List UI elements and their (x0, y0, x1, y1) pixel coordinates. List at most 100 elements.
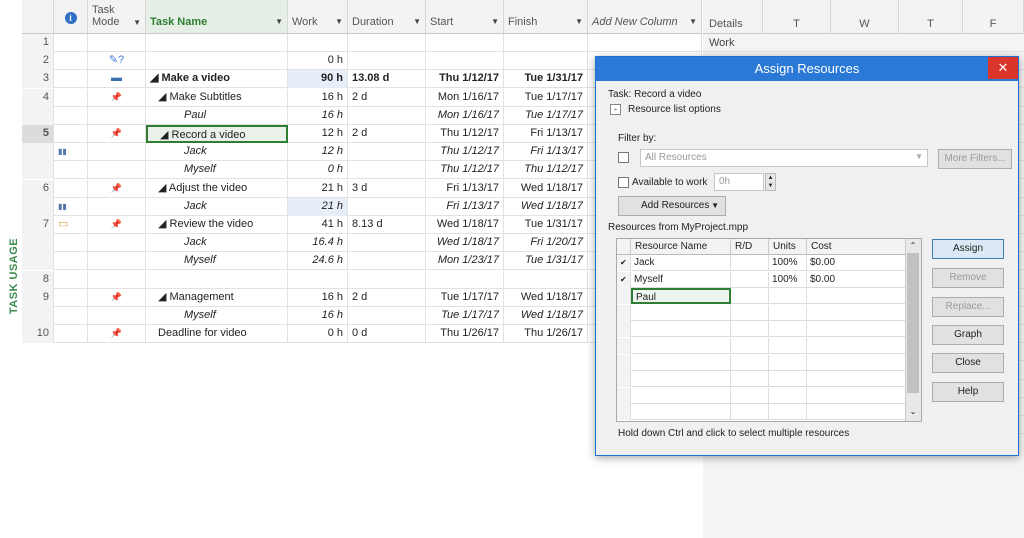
indicator-cell[interactable] (54, 106, 88, 125)
duration-cell[interactable]: 2 d (348, 288, 426, 307)
resource-units-cell[interactable] (769, 371, 807, 388)
resource-check-cell[interactable] (617, 387, 631, 404)
start-cell[interactable]: Fri 1/13/17 (426, 197, 504, 216)
hours-spinner[interactable]: ▲ ▼ (765, 173, 776, 191)
chevron-down-icon[interactable]: ▼ (133, 17, 141, 29)
resource-row[interactable] (617, 304, 907, 321)
add-new-column-header[interactable]: Add New Column ▼ (588, 0, 702, 34)
start-header[interactable]: Start ▼ (426, 0, 504, 34)
task-name-cell[interactable] (146, 34, 288, 52)
indicator-cell[interactable] (54, 270, 88, 289)
indicator-cell[interactable] (54, 52, 88, 71)
resource-row[interactable] (617, 387, 907, 404)
indicator-cell[interactable] (54, 125, 88, 143)
task-name-cell[interactable]: ◢ Record a video (146, 125, 288, 143)
work-cell[interactable]: 0 h (288, 161, 348, 180)
task-mode-cell[interactable]: 📌 (88, 88, 146, 107)
add-new-cell[interactable] (588, 34, 702, 52)
resource-units-cell[interactable] (769, 387, 807, 404)
duration-cell[interactable] (348, 307, 426, 325)
work-cell[interactable]: 0 h (288, 325, 348, 344)
rd-header[interactable]: R/D (731, 239, 769, 255)
task-name-cell[interactable]: Jack (146, 197, 288, 216)
duration-cell[interactable]: 3 d (348, 179, 426, 198)
task-name-cell[interactable]: Myself (146, 161, 288, 180)
resource-units-cell[interactable] (769, 304, 807, 321)
task-name-header[interactable]: Task Name ▼ (146, 0, 288, 34)
work-cell[interactable]: 16 h (288, 288, 348, 307)
task-mode-cell[interactable]: 📌 (88, 288, 146, 307)
duration-cell[interactable] (348, 252, 426, 271)
resource-units-cell[interactable] (769, 338, 807, 354)
row-number[interactable]: 3 (22, 70, 54, 89)
chevron-down-icon[interactable]: ⌄ (906, 405, 920, 419)
replace-button[interactable]: Replace... (932, 297, 1004, 317)
resource-cost-cell[interactable] (807, 371, 907, 388)
info-column-header[interactable]: i (54, 0, 88, 34)
resource-rd-cell[interactable] (731, 271, 769, 288)
work-cell[interactable]: 12 h (288, 125, 348, 143)
available-hours-input[interactable]: 0h (714, 173, 764, 191)
task-name-cell[interactable]: ◢ Review the video (146, 216, 288, 234)
resource-rd-cell[interactable] (731, 354, 769, 371)
resource-row[interactable]: ✔ Jack 100% $0.00 (617, 255, 907, 271)
resource-check-cell[interactable]: ✔ (617, 255, 631, 271)
finish-cell[interactable] (504, 52, 588, 71)
row-number[interactable] (22, 161, 54, 180)
resource-check-cell[interactable] (617, 371, 631, 388)
resource-check-cell[interactable] (617, 304, 631, 321)
row-number[interactable]: 8 (22, 270, 54, 289)
indicator-cell[interactable] (54, 307, 88, 325)
work-cell[interactable]: 16 h (288, 307, 348, 325)
task-mode-cell[interactable] (88, 197, 146, 216)
resource-cost-cell[interactable] (807, 321, 907, 338)
task-name-cell[interactable]: Deadline for video (146, 325, 288, 344)
table-scrollbar[interactable]: ⌃ ⌄ (905, 239, 921, 421)
start-cell[interactable]: Thu 1/12/17 (426, 125, 504, 143)
finish-cell[interactable]: Tue 1/17/17 (504, 88, 588, 107)
resource-cost-cell[interactable] (807, 304, 907, 321)
start-cell[interactable]: Mon 1/16/17 (426, 88, 504, 107)
indicator-cell[interactable]: ▮▮ (54, 143, 88, 162)
indicator-cell[interactable] (54, 179, 88, 198)
resource-rd-cell[interactable] (731, 371, 769, 388)
indicator-cell[interactable]: ▮▮ (54, 197, 88, 216)
task-mode-cell[interactable]: 📌 (88, 125, 146, 143)
resource-rd-cell[interactable] (731, 255, 769, 271)
indicator-cell[interactable] (54, 161, 88, 180)
start-cell[interactable]: Tue 1/17/17 (426, 288, 504, 307)
duration-cell[interactable] (348, 161, 426, 180)
duration-cell[interactable] (348, 52, 426, 71)
resource-rd-cell[interactable] (731, 387, 769, 404)
assign-button[interactable]: Assign (932, 239, 1004, 259)
task-name-cell[interactable]: Jack (146, 234, 288, 253)
task-name-cell[interactable]: Myself (146, 307, 288, 325)
finish-cell[interactable]: Thu 1/12/17 (504, 161, 588, 180)
indicator-cell[interactable] (54, 288, 88, 307)
duration-cell[interactable] (348, 197, 426, 216)
task-mode-cell[interactable]: 📌 (88, 325, 146, 344)
resource-check-cell[interactable]: ✔ (617, 271, 631, 288)
indicator-cell[interactable] (54, 252, 88, 271)
finish-cell[interactable]: Tue 1/17/17 (504, 106, 588, 125)
finish-cell[interactable]: Wed 1/18/17 (504, 307, 588, 325)
duration-cell[interactable] (348, 106, 426, 125)
resource-units-cell[interactable] (769, 404, 807, 421)
task-mode-cell[interactable] (88, 270, 146, 289)
task-name-cell[interactable] (146, 52, 288, 71)
task-mode-cell[interactable]: ✎? (88, 52, 146, 71)
indicator-cell[interactable] (54, 234, 88, 253)
work-cell[interactable]: 21 h (288, 197, 348, 216)
finish-cell[interactable]: Tue 1/31/17 (504, 70, 588, 89)
filter-by-checkbox[interactable] (618, 152, 629, 163)
duration-cell[interactable] (348, 34, 426, 52)
indicator-cell[interactable] (54, 88, 88, 107)
task-mode-cell[interactable]: 📌 (88, 216, 146, 234)
resource-name-cell[interactable] (631, 387, 731, 404)
resource-cost-cell[interactable] (807, 288, 907, 305)
start-cell[interactable] (426, 52, 504, 71)
finish-cell[interactable]: Tue 1/31/17 (504, 216, 588, 234)
work-cell[interactable]: 16 h (288, 88, 348, 107)
finish-header[interactable]: Finish ▼ (504, 0, 588, 34)
task-name-cell[interactable]: ◢ Management (146, 288, 288, 307)
